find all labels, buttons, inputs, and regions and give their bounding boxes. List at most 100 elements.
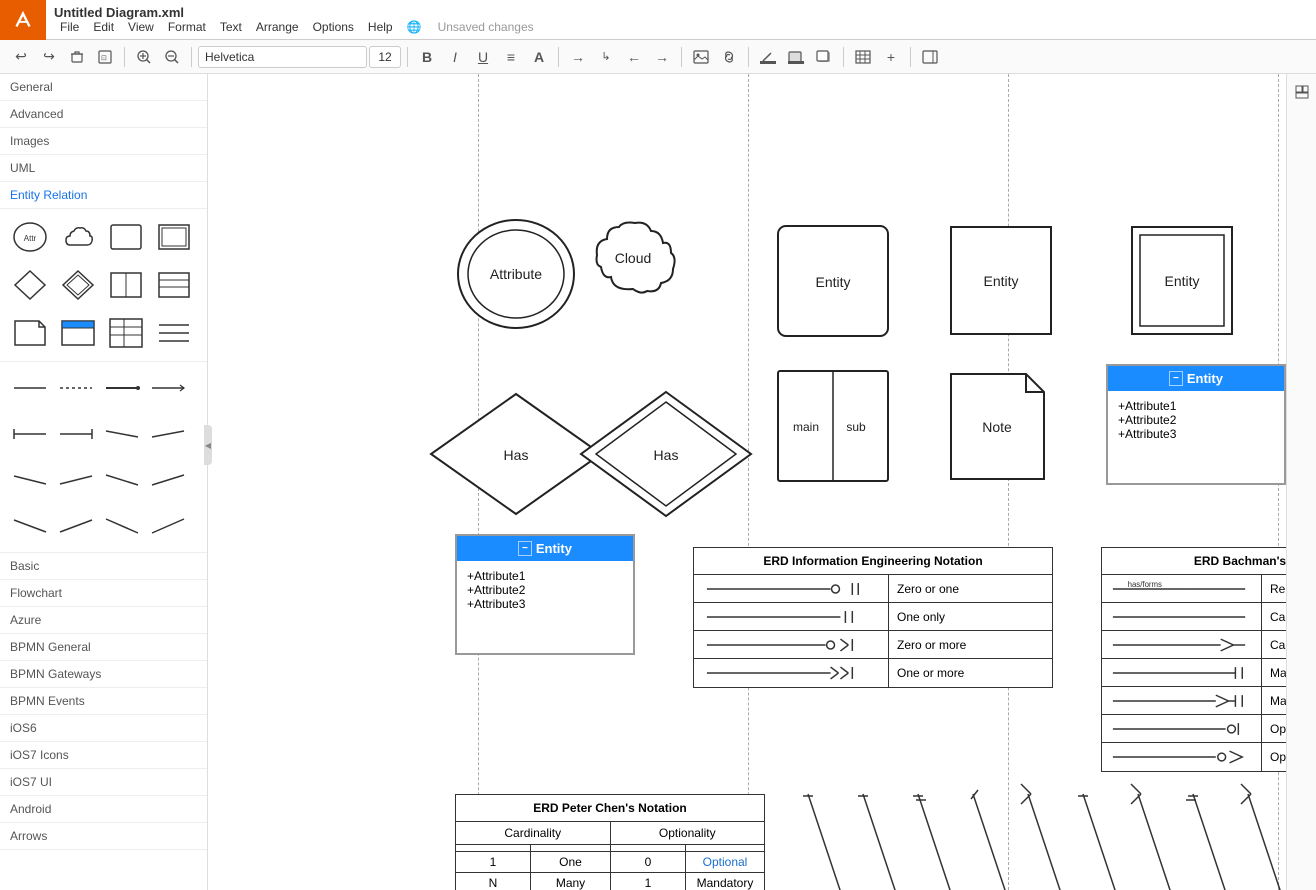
toolbar-sep3	[407, 47, 408, 67]
menu-format[interactable]: Format	[162, 20, 212, 34]
arrow-corner-button[interactable]: ↳	[593, 44, 619, 70]
erd-chen-r1c4: Mandatory	[686, 873, 764, 890]
sidebar-item-entity-relation[interactable]: Entity Relation	[0, 182, 207, 209]
connector-13[interactable]	[8, 504, 52, 548]
sidebar: General Advanced Images UML Entity Relat…	[0, 74, 208, 890]
connector-2[interactable]	[54, 366, 98, 410]
menu-options[interactable]: Options	[307, 20, 360, 34]
sidebar-item-advanced[interactable]: Advanced	[0, 101, 207, 128]
bachman-label-3: Mandatory, One	[1262, 666, 1286, 680]
shape-attribute[interactable]: Attr	[8, 215, 52, 259]
sidebar-item-images[interactable]: Images	[0, 128, 207, 155]
svg-text:Entity: Entity	[983, 273, 1018, 289]
grid-button[interactable]	[850, 44, 876, 70]
sidebar-item-arrows[interactable]: Arrows	[0, 823, 207, 850]
sidebar-item-bpmn-events[interactable]: BPMN Events	[0, 688, 207, 715]
sidebar-item-uml[interactable]: UML	[0, 155, 207, 182]
menu-edit[interactable]: Edit	[87, 20, 120, 34]
fit-button[interactable]: ⊡	[92, 44, 118, 70]
shape-lines[interactable]	[152, 311, 196, 355]
underline-button[interactable]: U	[470, 44, 496, 70]
title-menu: Untitled Diagram.xml File Edit View Form…	[46, 3, 542, 36]
bachman-row-4: Mandatory, Many	[1102, 687, 1286, 715]
connector-5[interactable]	[8, 412, 52, 456]
fontcolor-button[interactable]: A	[526, 44, 552, 70]
sidebar-item-android[interactable]: Android	[0, 796, 207, 823]
connector-1[interactable]	[8, 366, 52, 410]
zoom-in-button[interactable]	[131, 44, 157, 70]
link-button[interactable]	[716, 44, 742, 70]
connector-11[interactable]	[100, 458, 144, 502]
connector-15[interactable]	[100, 504, 144, 548]
undo-button[interactable]: ↩	[8, 44, 34, 70]
sidebar-item-bpmn-general[interactable]: BPMN General	[0, 634, 207, 661]
menu-view[interactable]: View	[122, 20, 160, 34]
redo-button[interactable]: ↪	[36, 44, 62, 70]
menu-arrange[interactable]: Arrange	[250, 20, 305, 34]
connector-6[interactable]	[54, 412, 98, 456]
shape-diamond[interactable]	[8, 263, 52, 307]
shape-entity-attrs[interactable]	[152, 263, 196, 307]
connector-16[interactable]	[146, 504, 190, 548]
erd-bachman-table: ERD Bachman's Notation has/forms Relatio…	[1101, 547, 1286, 772]
menu-file[interactable]: File	[54, 20, 85, 34]
toolbar-sep7	[843, 47, 844, 67]
connector-7[interactable]	[100, 412, 144, 456]
shape-entity-split[interactable]	[104, 263, 148, 307]
entity-header-right-header: − Entity	[1108, 366, 1284, 391]
shadowcolor-button[interactable]	[811, 44, 837, 70]
arrow-right2-button[interactable]: →	[649, 44, 675, 70]
canvas[interactable]: Attribute Cloud Entity Entity Entity	[208, 74, 1286, 890]
bold-button[interactable]: B	[414, 44, 440, 70]
erd-chen-sub-header	[456, 845, 764, 852]
arrow-right-button[interactable]: →	[565, 44, 591, 70]
zoom-out-button[interactable]	[159, 44, 185, 70]
sidebar-collapse-handle[interactable]: ◀	[204, 425, 212, 465]
right-panel-btn1[interactable]	[1290, 80, 1314, 104]
svg-text:Cloud: Cloud	[615, 250, 652, 266]
entity-header-right: − Entity +Attribute1 +Attribute2 +Attrib…	[1106, 364, 1286, 485]
arrow-left-button[interactable]: ←	[621, 44, 647, 70]
shape-cloud[interactable]	[56, 215, 100, 259]
connector-12[interactable]	[146, 458, 190, 502]
fillcolor-button[interactable]	[783, 44, 809, 70]
sidebar-item-bpmn-gateways[interactable]: BPMN Gateways	[0, 661, 207, 688]
image-button[interactable]	[688, 44, 714, 70]
fontsize-input[interactable]	[369, 46, 401, 68]
shape-entity-plain[interactable]	[104, 215, 148, 259]
connector-14[interactable]	[54, 504, 98, 548]
svg-text:Has: Has	[654, 447, 679, 463]
connector-3[interactable]	[100, 366, 144, 410]
panel-button[interactable]	[917, 44, 943, 70]
delete-button[interactable]	[64, 44, 90, 70]
font-input[interactable]	[198, 46, 367, 68]
connector-10[interactable]	[54, 458, 98, 502]
align-button[interactable]: ≡	[498, 44, 524, 70]
connector-9[interactable]	[8, 458, 52, 502]
shape-entity-border[interactable]	[152, 215, 196, 259]
shape-note[interactable]	[8, 311, 52, 355]
sidebar-item-ios7-icons[interactable]: iOS7 Icons	[0, 742, 207, 769]
shape-table[interactable]	[56, 311, 100, 355]
connector-4[interactable]	[146, 366, 190, 410]
entity-body-left: +Attribute1 +Attribute2 +Attribute3	[457, 561, 633, 653]
sidebar-item-basic[interactable]: Basic	[0, 553, 207, 580]
menu-globe[interactable]: 🌐	[401, 20, 428, 34]
sidebar-item-azure[interactable]: Azure	[0, 607, 207, 634]
erd-ie-symbol-2	[694, 631, 889, 658]
menu-help[interactable]: Help	[362, 20, 399, 34]
erd-chen-r1c1: N	[456, 873, 531, 890]
toolbar-sep5	[681, 47, 682, 67]
shape-table2[interactable]	[104, 311, 148, 355]
sidebar-item-ios6[interactable]: iOS6	[0, 715, 207, 742]
linecolor-button[interactable]	[755, 44, 781, 70]
shape-diamond-double[interactable]	[56, 263, 100, 307]
sidebar-item-ios7-ui[interactable]: iOS7 UI	[0, 769, 207, 796]
bachman-row-5: Optional, One	[1102, 715, 1286, 743]
sidebar-item-general[interactable]: General	[0, 74, 207, 101]
menu-text[interactable]: Text	[214, 20, 248, 34]
italic-button[interactable]: I	[442, 44, 468, 70]
sidebar-item-flowchart[interactable]: Flowchart	[0, 580, 207, 607]
connector-8[interactable]	[146, 412, 190, 456]
plus-button[interactable]: +	[878, 44, 904, 70]
